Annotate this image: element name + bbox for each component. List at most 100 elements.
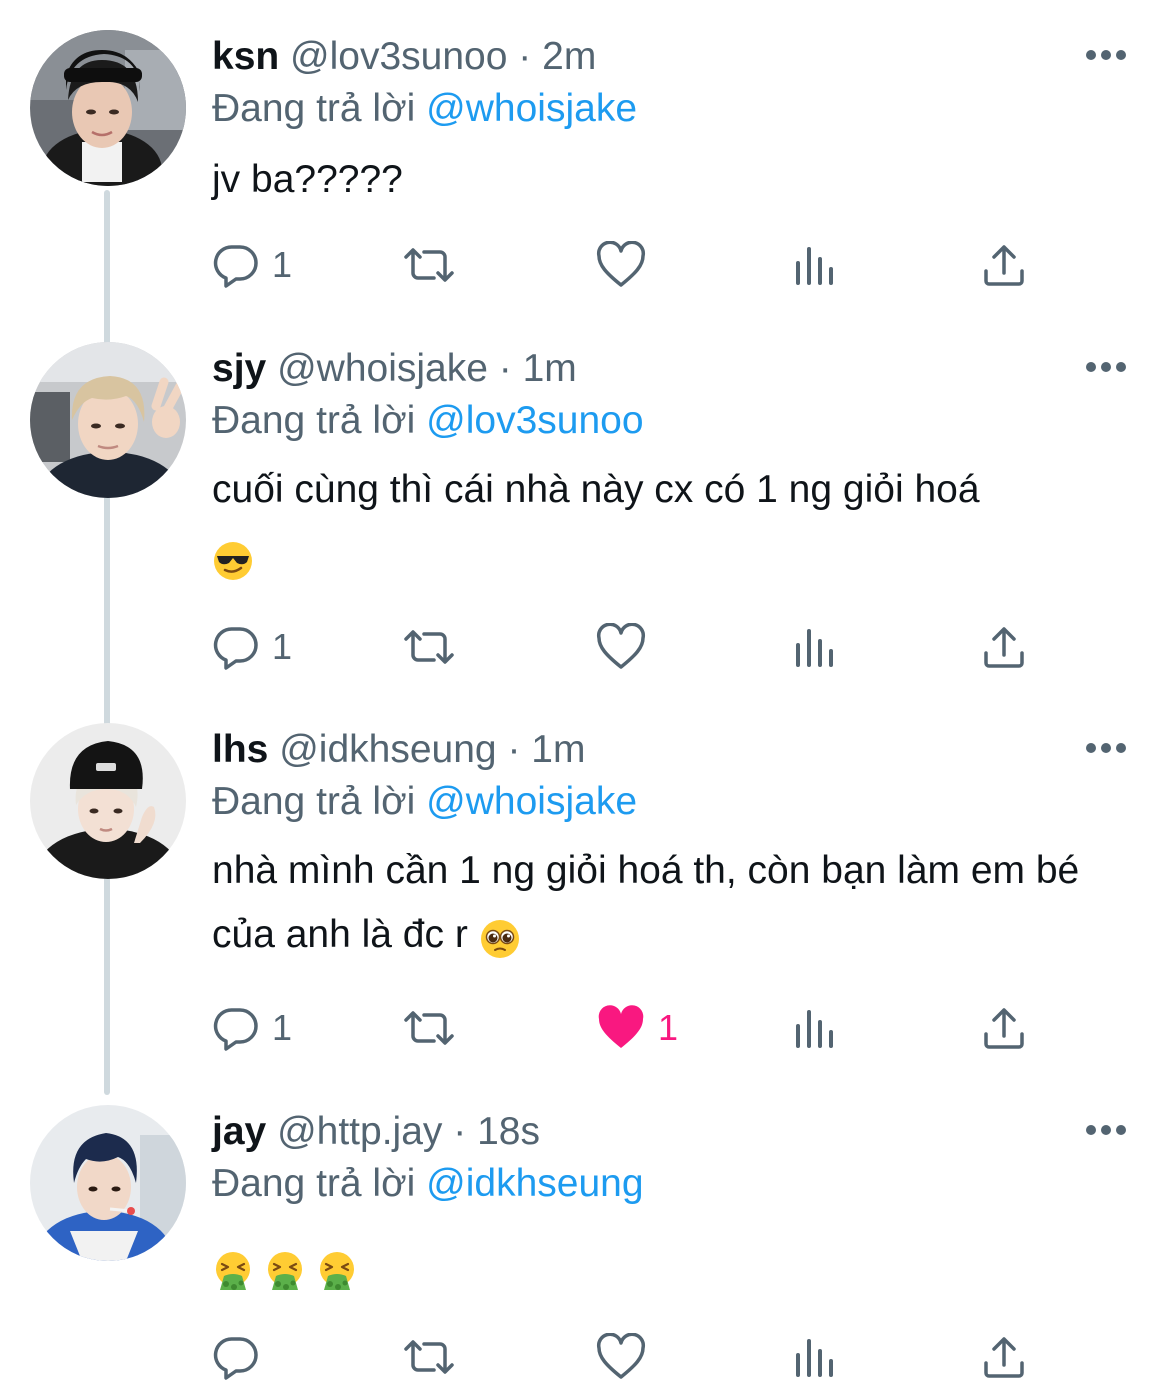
like-icon: [596, 1333, 646, 1381]
tweet-header: jay @http.jay · 18s: [212, 1109, 540, 1155]
retweet-button[interactable]: [400, 1332, 458, 1382]
separator-dot: ·: [453, 1110, 467, 1153]
timestamp[interactable]: 1m: [523, 347, 577, 390]
tweet-actions: 1: [212, 240, 1042, 290]
views-button[interactable]: [792, 240, 836, 290]
reply-button[interactable]: 1: [212, 1003, 292, 1053]
separator-dot: ·: [498, 347, 512, 390]
tweet[interactable]: sjy @whoisjake · 1m Đang trả lời @lov3su…: [0, 312, 1170, 692]
avatar[interactable]: [30, 723, 186, 879]
retweet-icon: [400, 1004, 458, 1052]
replying-label: Đang trả lời: [212, 87, 416, 130]
display-name[interactable]: ksn: [212, 35, 279, 78]
avatar[interactable]: [30, 30, 186, 186]
user-handle[interactable]: @whoisjake: [277, 347, 488, 390]
mention-link[interactable]: @lov3sunoo: [426, 399, 643, 442]
retweet-button[interactable]: [400, 1003, 458, 1053]
tweet[interactable]: ksn @lov3sunoo · 2m Đang trả lời @whoisj…: [0, 0, 1170, 330]
timestamp[interactable]: 1m: [531, 728, 585, 771]
tweet-text: cuối cùng thì cái nhà này cx có 1 ng giỏ…: [212, 458, 1137, 586]
tweet-actions: 1 1: [212, 1003, 1042, 1053]
retweet-icon: [400, 241, 458, 289]
share-icon: [980, 1333, 1028, 1381]
tweet-header: sjy @whoisjake · 1m: [212, 346, 577, 392]
retweet-icon: [400, 623, 458, 671]
user-handle[interactable]: @http.jay: [277, 1110, 442, 1153]
views-icon: [792, 1004, 836, 1052]
avatar[interactable]: [30, 1105, 186, 1261]
views-button[interactable]: [792, 1003, 836, 1053]
tweet-text-content: nhà mình cần 1 ng giỏi hoá th, còn bạn l…: [212, 849, 1080, 956]
more-icon[interactable]: [1086, 50, 1126, 62]
replying-label: Đang trả lời: [212, 780, 416, 823]
reply-count: 1: [272, 1007, 293, 1048]
pleading-face-emoji: [479, 916, 521, 958]
sunglasses-face-emoji: [212, 538, 254, 580]
avatar[interactable]: [30, 342, 186, 498]
reply-count: 1: [272, 626, 293, 667]
like-icon-filled: [596, 1004, 646, 1052]
like-icon: [596, 623, 646, 671]
timestamp[interactable]: 2m: [542, 35, 596, 78]
more-icon[interactable]: [1086, 1125, 1126, 1137]
views-icon: [792, 241, 836, 289]
reply-icon: [212, 623, 260, 671]
reply-button[interactable]: 1: [212, 240, 292, 290]
share-button[interactable]: [980, 1003, 1028, 1053]
tweet-actions: [212, 1332, 1042, 1382]
tweet-text: jv ba?????: [212, 148, 1137, 212]
reply-button[interactable]: [212, 1332, 272, 1382]
share-button[interactable]: [980, 622, 1028, 672]
vomiting-face-emoji: [264, 1248, 306, 1290]
like-button[interactable]: [596, 622, 658, 672]
reply-icon: [212, 1333, 260, 1381]
tweet-header: ksn @lov3sunoo · 2m: [212, 34, 596, 80]
like-button[interactable]: [596, 240, 658, 290]
tweet-text-content: jv ba?????: [212, 158, 403, 201]
more-icon[interactable]: [1086, 743, 1126, 755]
replying-to: Đang trả lời @whoisjake: [212, 779, 637, 825]
reply-icon: [212, 241, 260, 289]
tweet-text: nhà mình cần 1 ng giỏi hoá th, còn bạn l…: [212, 839, 1137, 967]
tweet-header: lhs @idkhseung · 1m: [212, 727, 585, 773]
tweet-text: [212, 1235, 1137, 1299]
vomiting-face-emoji: [316, 1248, 358, 1290]
like-icon: [596, 241, 646, 289]
like-button[interactable]: [596, 1332, 658, 1382]
tweet-text-content: cuối cùng thì cái nhà này cx có 1 ng giỏ…: [212, 468, 980, 511]
mention-link[interactable]: @whoisjake: [426, 87, 637, 130]
views-button[interactable]: [792, 622, 836, 672]
views-button[interactable]: [792, 1332, 836, 1382]
share-button[interactable]: [980, 240, 1028, 290]
replying-to: Đang trả lời @whoisjake: [212, 86, 637, 132]
reply-count: 1: [272, 244, 293, 285]
timestamp[interactable]: 18s: [477, 1110, 540, 1153]
retweet-button[interactable]: [400, 240, 458, 290]
replying-to: Đang trả lời @lov3sunoo: [212, 398, 644, 444]
user-handle[interactable]: @lov3sunoo: [290, 35, 507, 78]
separator-dot: ·: [507, 728, 521, 771]
reply-button[interactable]: 1: [212, 622, 292, 672]
replying-label: Đang trả lời: [212, 399, 416, 442]
separator-dot: ·: [518, 35, 532, 78]
tweet[interactable]: jay @http.jay · 18s Đang trả lời @idkhse…: [0, 1075, 1170, 1396]
replying-label: Đang trả lời: [212, 1162, 416, 1205]
user-handle[interactable]: @idkhseung: [279, 728, 496, 771]
share-icon: [980, 241, 1028, 289]
tweet-actions: 1: [212, 622, 1042, 672]
share-icon: [980, 623, 1028, 671]
mention-link[interactable]: @idkhseung: [426, 1162, 643, 1205]
tweet[interactable]: lhs @idkhseung · 1m Đang trả lời @whoisj…: [0, 693, 1170, 1073]
reply-icon: [212, 1004, 260, 1052]
vomiting-face-emoji: [212, 1248, 254, 1290]
views-icon: [792, 623, 836, 671]
like-button[interactable]: 1: [596, 1003, 678, 1053]
more-icon[interactable]: [1086, 362, 1126, 374]
display-name[interactable]: sjy: [212, 347, 266, 390]
like-count: 1: [658, 1007, 679, 1048]
share-button[interactable]: [980, 1332, 1028, 1382]
display-name[interactable]: lhs: [212, 728, 268, 771]
mention-link[interactable]: @whoisjake: [426, 780, 637, 823]
display-name[interactable]: jay: [212, 1110, 266, 1153]
retweet-button[interactable]: [400, 622, 458, 672]
